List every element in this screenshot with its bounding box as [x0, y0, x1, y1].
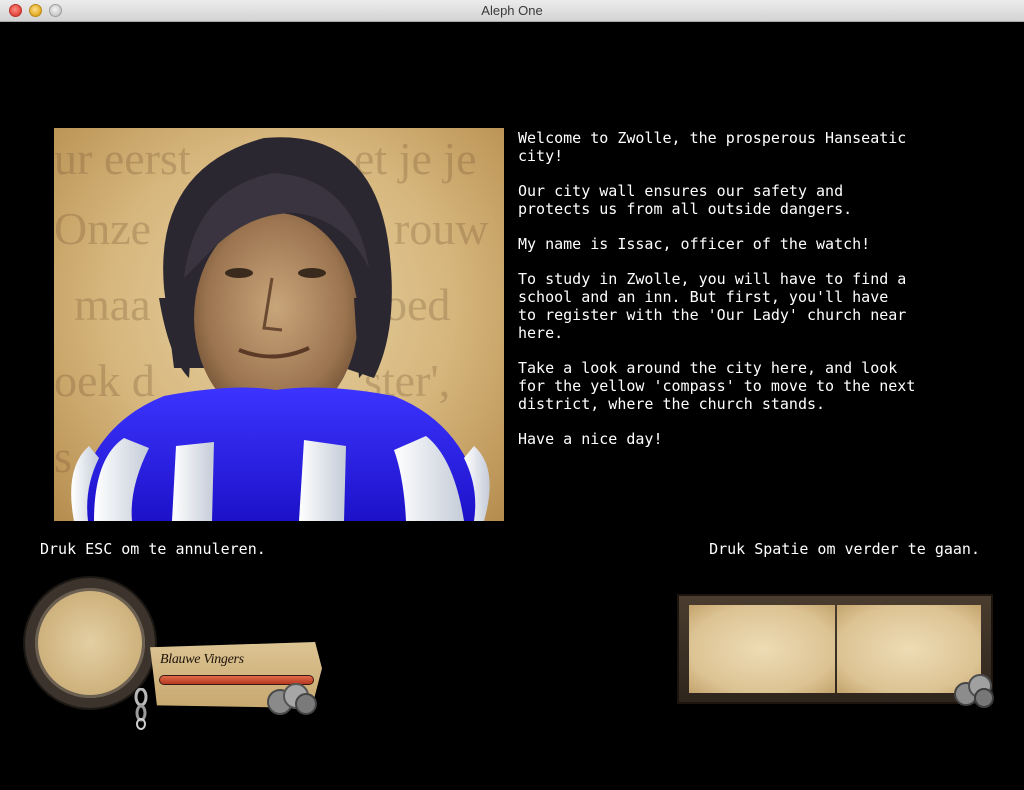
dialogue-paragraph: Have a nice day!	[518, 430, 663, 448]
dialogue-paragraph: My name is Issac, officer of the watch!	[518, 235, 871, 253]
character-figure	[71, 137, 490, 521]
chain-icon	[134, 688, 148, 730]
dialogue-paragraph: To study in Zwolle, you will have to fin…	[518, 270, 907, 342]
dialogue-paragraph: Our city wall ensures our safety and pro…	[518, 182, 853, 218]
cancel-prompt: Druk ESC om te annuleren.	[40, 540, 266, 558]
coins-icon	[954, 674, 994, 708]
character-portrait: ur eerst et je je Onze rouw maa oed oek …	[54, 128, 504, 521]
window-titlebar: Aleph One	[0, 0, 1024, 22]
dialogue-paragraph: Take a look around the city here, and lo…	[518, 359, 916, 413]
inventory-panel	[677, 594, 993, 704]
player-name: Blauwe Vingers	[160, 652, 244, 667]
inventory-slot-left[interactable]	[689, 605, 835, 693]
dialogue-paragraph: Welcome to Zwolle, the prosperous Hansea…	[518, 129, 907, 165]
window-title: Aleph One	[481, 3, 543, 18]
dialogue-text: Welcome to Zwolle, the prosperous Hansea…	[518, 129, 998, 465]
coins-icon	[267, 683, 317, 715]
continue-prompt: Druk Spatie om verder te gaan.	[709, 540, 980, 558]
